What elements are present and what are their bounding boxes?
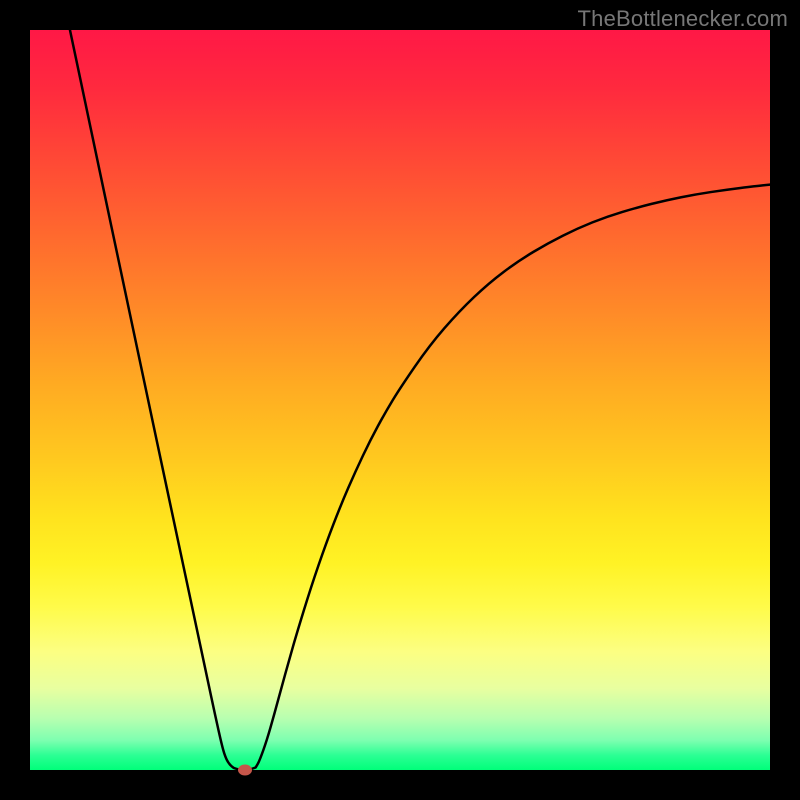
optimal-point-marker <box>238 765 252 776</box>
attribution-text: TheBottlenecker.com <box>578 6 788 32</box>
bottleneck-curve <box>70 30 770 770</box>
chart-stage: TheBottlenecker.com <box>0 0 800 800</box>
plot-area <box>30 30 770 770</box>
curve-svg <box>30 30 770 770</box>
